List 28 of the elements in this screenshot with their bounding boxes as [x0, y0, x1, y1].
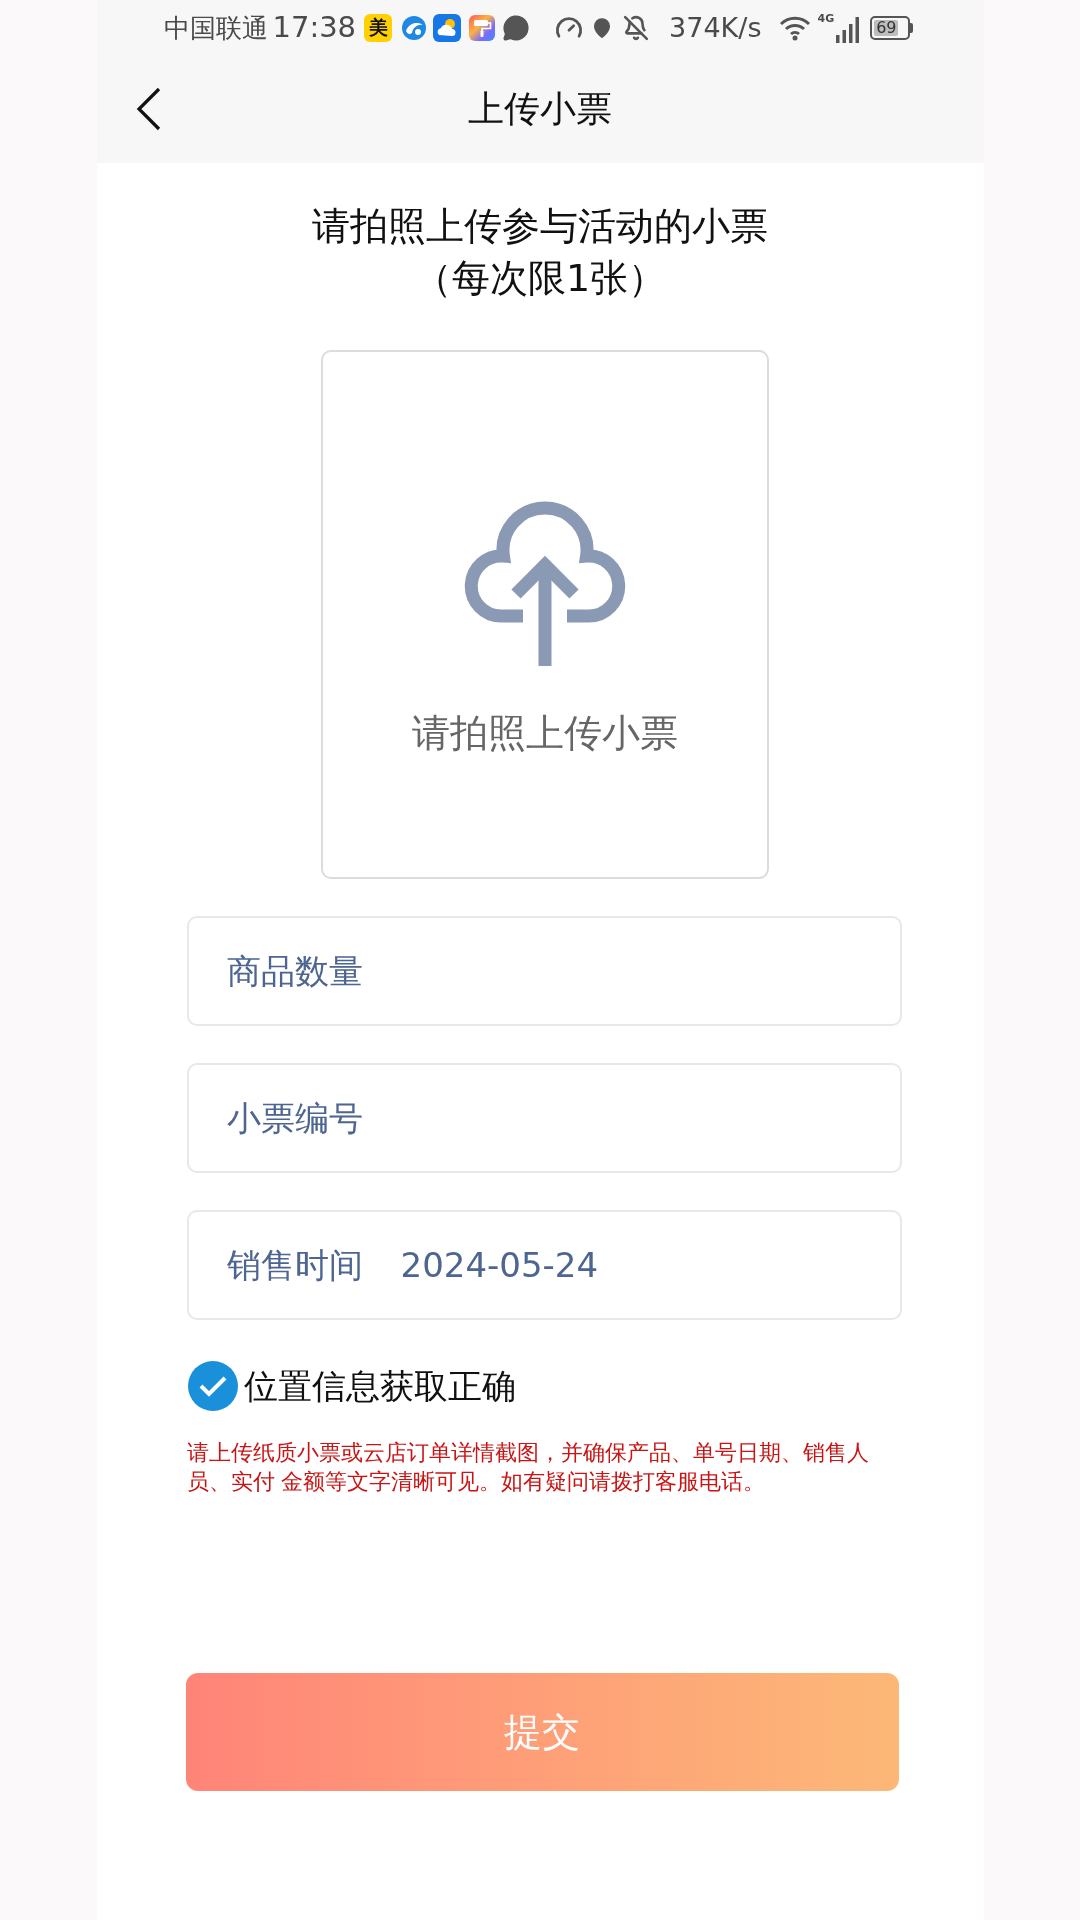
- upload-label: 请拍照上传小票: [411, 711, 678, 755]
- bell-off-icon: [623, 14, 650, 41]
- input-field[interactable]: 商品数量: [186, 916, 902, 1026]
- back-chevron-icon: [135, 87, 162, 131]
- page-title: 上传小票: [468, 91, 612, 127]
- signal-bars-icon: [836, 16, 861, 43]
- checkbox[interactable]: [187, 1361, 238, 1411]
- field-label: 销售时间: [226, 1248, 363, 1282]
- date-value: 2024-05-24: [400, 1248, 599, 1282]
- date-field[interactable]: 销售时间 2024-05-24: [186, 1210, 902, 1320]
- carrier-name: 中国联通: [163, 14, 268, 41]
- network-speed: 374K/s: [669, 14, 762, 41]
- instruction-note: （每次限1张）: [413, 255, 667, 302]
- clock-time: 17:38: [272, 13, 357, 42]
- paint-roller-app-icon: [469, 14, 496, 41]
- battery-level: 69: [876, 19, 897, 36]
- tick-icon: [198, 1375, 227, 1397]
- weather-app-icon: [433, 13, 462, 42]
- input-field[interactable]: 小票编号: [186, 1063, 902, 1173]
- app-notification-badge: 美: [364, 13, 393, 42]
- chat-bubble-icon: [501, 13, 532, 42]
- checkbox-label: 位置信息获取正确: [243, 1369, 516, 1403]
- network-type: 4G: [817, 12, 835, 24]
- instruction-text: 请拍照上传参与活动的小票: [312, 203, 768, 250]
- wifi-icon: [779, 14, 812, 41]
- swirl-app-icon: [401, 14, 428, 41]
- notice-text: 请上传纸质小票或云店订单详情截图，并确保产品、单号日期、销售人员、实付 金额等文字清晰可见。如有疑问请拨打客服电话。: [186, 1439, 870, 1496]
- upload-box[interactable]: 请拍照上传小票: [320, 350, 769, 879]
